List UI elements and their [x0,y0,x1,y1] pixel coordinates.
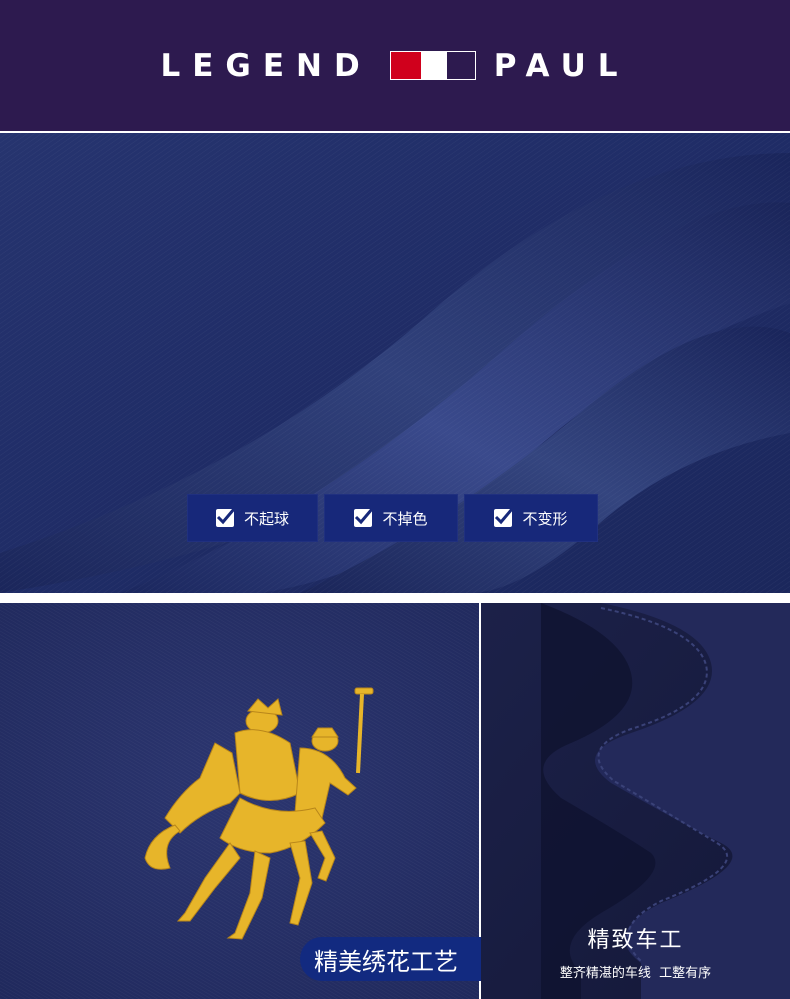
checkbox-icon [354,508,374,527]
embroidery-caption: 精美绣花工艺 [300,937,482,981]
brand-word-left: LEGEND [160,47,372,84]
brand-word-right: PAUL [493,47,630,84]
flag-icon [389,51,476,80]
feature-label: 不变形 [522,509,568,528]
feature-badge-deform: 不变形 [464,494,598,542]
checkbox-icon [494,508,514,527]
feature-badge-fading: 不掉色 [324,494,458,542]
feature-label: 不起球 [243,509,289,528]
brand-logo: LEGEND PAUL [0,0,790,131]
feature-label: 不掉色 [382,509,428,528]
flag-navy-block [446,52,475,79]
checkbox-icon [215,508,236,527]
stitching-subtitle: 整齐精湛的车线 工整有序 [559,966,712,981]
stitching-title: 精致车工 [587,928,684,953]
feature-badge-pilling: 不起球 [187,494,318,542]
flag-red-block [390,52,421,79]
feature-badges: 不起球 不掉色 不变形 [187,494,607,542]
header-bar: LEGEND PAUL [0,0,790,131]
flag-white-block [420,52,447,79]
product-detail-page: LEGEND PAUL 不起球 不掉色 不变形 精美绣花工艺 精致车工 整齐精湛… [0,0,790,999]
